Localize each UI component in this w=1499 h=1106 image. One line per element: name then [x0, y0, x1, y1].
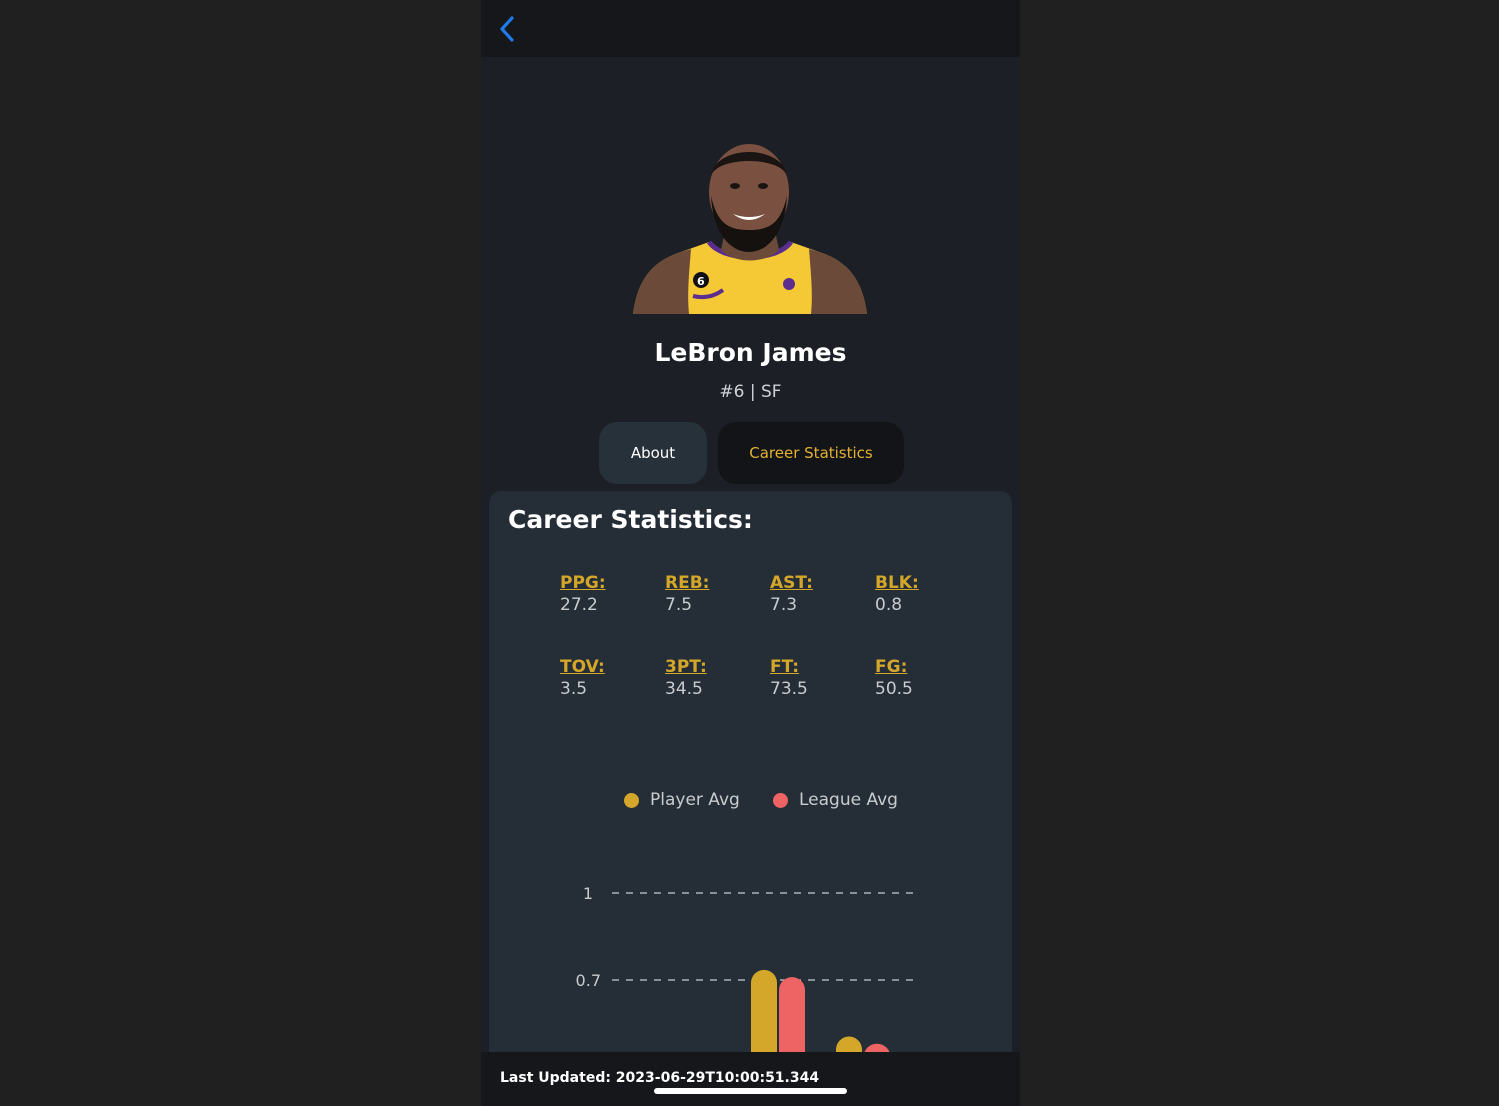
stat-label: FT:: [770, 657, 800, 677]
chevron-left-icon: [500, 16, 514, 42]
player-avg-bar: [836, 1036, 862, 1053]
stat-label: TOV:: [560, 657, 605, 677]
stat-ft: FT: 73.5: [770, 657, 870, 699]
player-avatar: 6: [633, 144, 867, 314]
phone-screen: 6 LeBron James #6 | SF About Career Stat…: [481, 0, 1020, 1106]
career-statistics-card: Career Statistics: PPG: 27.2 REB: 7.5 AS…: [489, 491, 1012, 1091]
legend-league-avg: League Avg: [799, 790, 898, 810]
league-avg-bar: [779, 977, 805, 1053]
top-nav-bar: [481, 0, 1020, 57]
y-tick-label: 0.7: [576, 971, 601, 990]
stat-label: BLK:: [875, 573, 919, 593]
stat-blk: BLK: 0.8: [875, 573, 975, 615]
stat-label: FG:: [875, 657, 908, 677]
legend-player-avg: Player Avg: [650, 790, 740, 810]
stat-label: 3PT:: [665, 657, 707, 677]
footer-bar: Last Updated: 2023-06-29T10:00:51.344: [481, 1052, 1020, 1106]
card-title: Career Statistics:: [508, 505, 753, 534]
stat-value: 7.3: [770, 595, 798, 615]
stat-ast: AST: 7.3: [770, 573, 870, 615]
back-button[interactable]: [491, 12, 523, 46]
stat-value: 7.5: [665, 595, 693, 615]
league-avg-legend-dot: [773, 793, 788, 808]
stat-3pt: 3PT: 34.5: [665, 657, 765, 699]
stat-label: AST:: [770, 573, 813, 593]
stat-value: 73.5: [770, 679, 808, 699]
stat-value: 50.5: [875, 679, 913, 699]
stat-label: PPG:: [560, 573, 606, 593]
y-tick-label: 1: [583, 884, 593, 903]
stat-value: 3.5: [560, 679, 588, 699]
stat-value: 34.5: [665, 679, 703, 699]
stat-value: 0.8: [875, 595, 903, 615]
svg-text:6: 6: [697, 275, 705, 288]
tab-about[interactable]: About: [599, 422, 707, 484]
home-indicator: [654, 1088, 847, 1094]
tab-career-statistics[interactable]: Career Statistics: [718, 422, 904, 484]
player-number-position: #6 | SF: [719, 382, 782, 402]
chart-bars: [751, 969, 890, 1053]
stat-fg: FG: 50.5: [875, 657, 975, 699]
stat-value: 27.2: [560, 595, 598, 615]
player-avg-legend-dot: [624, 793, 639, 808]
comparison-bar-chart: 1 0.7: [576, 884, 917, 1053]
stat-label: REB:: [665, 573, 710, 593]
player-avg-bar: [751, 969, 777, 1053]
stat-reb: REB: 7.5: [665, 573, 765, 615]
last-updated-text: Last Updated: 2023-06-29T10:00:51.344: [500, 1070, 820, 1086]
stat-tov: TOV: 3.5: [560, 657, 660, 699]
stat-ppg: PPG: 27.2: [560, 573, 660, 615]
chart-legend: Player Avg League Avg: [489, 790, 1012, 814]
player-name: LeBron James: [654, 338, 847, 367]
